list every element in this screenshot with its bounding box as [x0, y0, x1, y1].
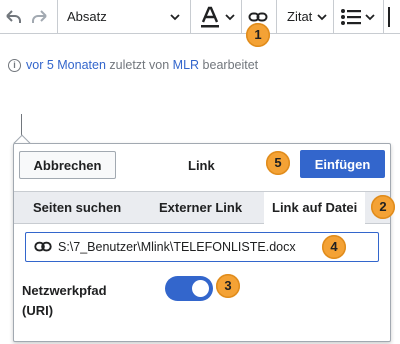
- tab-file-link[interactable]: Link auf Datei: [264, 192, 366, 224]
- cancel-button[interactable]: Abbrechen: [19, 151, 116, 179]
- tab-external-link[interactable]: Externer Link: [159, 192, 242, 223]
- toolbar-separator: [276, 0, 277, 33]
- more-options-button[interactable]: [388, 0, 400, 33]
- network-path-label: Netzwerkpfad (URI): [22, 281, 107, 321]
- user-link[interactable]: MLR: [173, 58, 199, 72]
- toolbar-separator: [241, 0, 242, 33]
- list-menu-button[interactable]: [340, 0, 376, 33]
- text-style-A-icon: [201, 6, 219, 27]
- annotation-marker-5: 5: [266, 151, 290, 175]
- paragraph-format-label: Absatz: [67, 9, 107, 24]
- toggle-knob: [192, 280, 209, 297]
- network-path-label-line2: (URI): [22, 303, 54, 318]
- editor-toolbar: Absatz Zitat: [0, 0, 400, 34]
- edit-info-text: zuletzt von: [109, 58, 170, 72]
- toolbar-separator: [57, 0, 58, 33]
- annotation-marker-3: 3: [216, 274, 240, 298]
- network-path-toggle[interactable]: [165, 276, 213, 301]
- undo-icon: [6, 9, 21, 23]
- toolbar-separator: [383, 0, 384, 33]
- chevron-down-icon: [317, 14, 327, 21]
- link-icon: [34, 241, 52, 252]
- cite-label: Zitat: [287, 9, 313, 24]
- annotation-marker-4: 4: [322, 235, 346, 259]
- last-edit-info: i vor 5 Monaten zuletzt von MLR bearbeit…: [8, 58, 258, 72]
- annotation-marker-2: 2: [371, 195, 395, 219]
- undo-button[interactable]: [3, 0, 23, 33]
- text-style-button[interactable]: [198, 0, 236, 33]
- network-path-label-line1: Netzwerkpfad: [22, 283, 107, 298]
- link-tabs: Seiten suchen Externer Link Link auf Dat…: [14, 191, 390, 224]
- redo-button[interactable]: [30, 0, 50, 33]
- history-link[interactable]: vor 5 Monaten: [26, 58, 106, 72]
- edit-info-suffix: bearbeitet: [202, 58, 259, 72]
- dialog-title: Link: [188, 158, 215, 173]
- redo-icon: [32, 9, 47, 23]
- insert-button[interactable]: Einfügen: [300, 150, 385, 178]
- chevron-down-icon: [225, 13, 235, 20]
- info-icon: i: [8, 58, 21, 72]
- chevron-down-icon: [170, 14, 180, 21]
- chevron-down-icon: [365, 13, 375, 20]
- more-icon: [388, 6, 400, 27]
- bulleted-list-icon: [341, 8, 361, 25]
- annotation-marker-1: 1: [246, 23, 270, 47]
- toolbar-separator: [333, 0, 334, 33]
- toolbar-separator: [190, 0, 191, 33]
- tab-search-pages[interactable]: Seiten suchen: [33, 192, 121, 223]
